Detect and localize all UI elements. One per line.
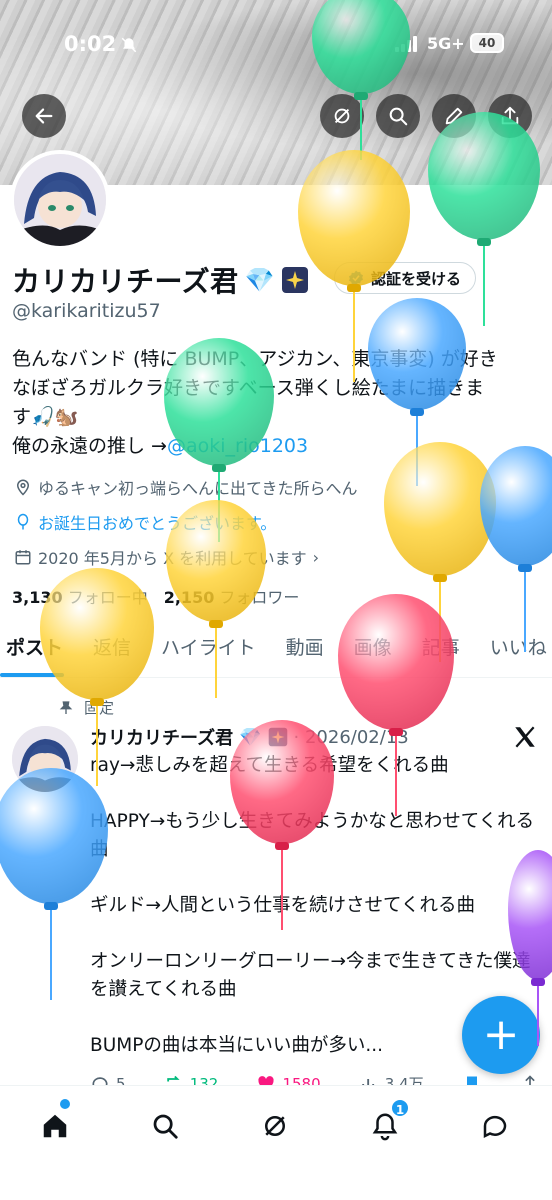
followers-label: フォロワー [219,588,300,607]
search-icon [389,107,408,126]
tab-likes[interactable]: いいね [475,628,552,678]
share-icon [501,106,519,125]
location-text: ゆるキャン初っ端らへんに出てきた所らへん [38,479,358,498]
tab-posts[interactable]: ポスト [0,628,78,678]
arrow-left-icon [35,108,53,124]
diamond-emoji: 💎 [244,266,275,294]
bio-line: なぼざろガルクラ好きですベース弾くし絵たまに描きま [12,377,485,399]
verified-badge-icon [349,270,363,286]
location-pin-icon [16,479,30,496]
birthday-row[interactable]: お誕生日おめでとうございます。 [14,510,276,534]
tab-replies[interactable]: 返信 [78,628,146,678]
nav-search[interactable] [145,1106,185,1146]
following-link[interactable]: 3,130 フォロー中 [12,584,148,608]
post-avatar[interactable] [12,726,78,792]
edit-button[interactable] [432,94,476,138]
balloon-icon [17,513,29,530]
nav-home[interactable] [35,1106,75,1146]
following-label: フォロー中 [67,588,148,607]
sparkle-image-icon [281,267,308,293]
tab-photos[interactable]: 画像 [339,628,407,678]
notification-badge: 1 [390,1098,410,1118]
grok-button[interactable] [320,94,364,138]
post-header: カリカリチーズ君 💎 · 2026/02/13 [90,724,409,750]
share-button[interactable] [488,94,532,138]
grok-icon [334,108,350,124]
profile-tabs: ポスト 返信 ハイライト 動画 画像 記事 いいね [0,628,552,678]
avatar-illustration [12,726,78,792]
bio-line: 俺の永遠の推し →@aoki_rio1203 [12,432,544,461]
search-button[interactable] [376,94,420,138]
bio-oshi-text: 俺の永遠の推し → [12,435,167,457]
bottom-navigation: 1 [0,1085,552,1200]
pin-icon [59,700,73,714]
status-time: 0:02 [64,32,117,56]
pen-icon [445,107,463,125]
get-verified-label: 認証を受ける [371,269,462,288]
location-row: ゆるキャン初っ端らへんに出てきた所らへん [14,475,358,499]
display-name: カリカリチーズ君 [12,265,239,298]
following-count: 3,130 [12,588,63,607]
post-date: · 2026/02/13 [293,726,409,748]
balloon-decoration [480,446,552,656]
chevron-right-icon: › [312,547,320,567]
home-icon [43,1114,67,1138]
joined-row[interactable]: 2020 年5月から X を利用しています › [14,545,319,569]
pinned-indicator: 固定 [58,697,114,718]
joined-text: 2020 年5月から X を利用しています [38,549,307,568]
name-row: カリカリチーズ君 💎 [12,260,309,300]
search-icon [153,1114,178,1139]
tab-videos[interactable]: 動画 [271,628,339,678]
birthday-text: お誕生日おめでとうございます。 [38,514,277,533]
bio-line: 色んなバンド (特に BUMP、アジカン、東京事変) が好き [12,348,498,370]
calendar-icon [15,550,31,565]
signal-icon [395,36,417,52]
followers-count: 2,150 [163,588,215,607]
battery-indicator: 40 [470,33,504,53]
bio-line: す🎣🐿️ [12,406,79,428]
nav-messages[interactable] [475,1106,515,1146]
post-author[interactable]: カリカリチーズ君 [90,724,233,750]
sparkle-image-icon [268,727,287,747]
home-unread-dot [60,1099,70,1109]
bell-off-icon [121,37,137,53]
profile-avatar[interactable] [10,150,110,250]
follow-stats: 3,130 フォロー中 2,150 フォロワー [12,584,299,608]
back-button[interactable] [22,94,66,138]
compose-post-button[interactable]: + [462,996,540,1074]
nav-grok[interactable] [255,1106,295,1146]
user-handle: @karikaritizu57 [12,300,161,322]
bio-mention-link[interactable]: @aoki_rio1203 [167,435,308,457]
get-verified-button[interactable]: 認証を受ける [334,262,477,294]
diamond-emoji: 💎 [239,726,262,748]
pinned-label: 固定 [84,699,115,717]
message-icon [483,1115,507,1139]
network-type: 5G+ [427,34,465,53]
x-logo-icon [515,726,535,748]
tab-articles[interactable]: 記事 [407,628,475,678]
grok-icon [265,1116,285,1136]
status-bar: 0:02 5G+ 40 [0,28,552,64]
avatar-illustration [14,154,106,246]
followers-link[interactable]: 2,150 フォロワー [164,584,300,608]
tab-highlights[interactable]: ハイライト [146,628,271,678]
bio: 色んなバンド (特に BUMP、アジカン、東京事変) が好き なぼざろガルクラ好… [12,345,544,461]
